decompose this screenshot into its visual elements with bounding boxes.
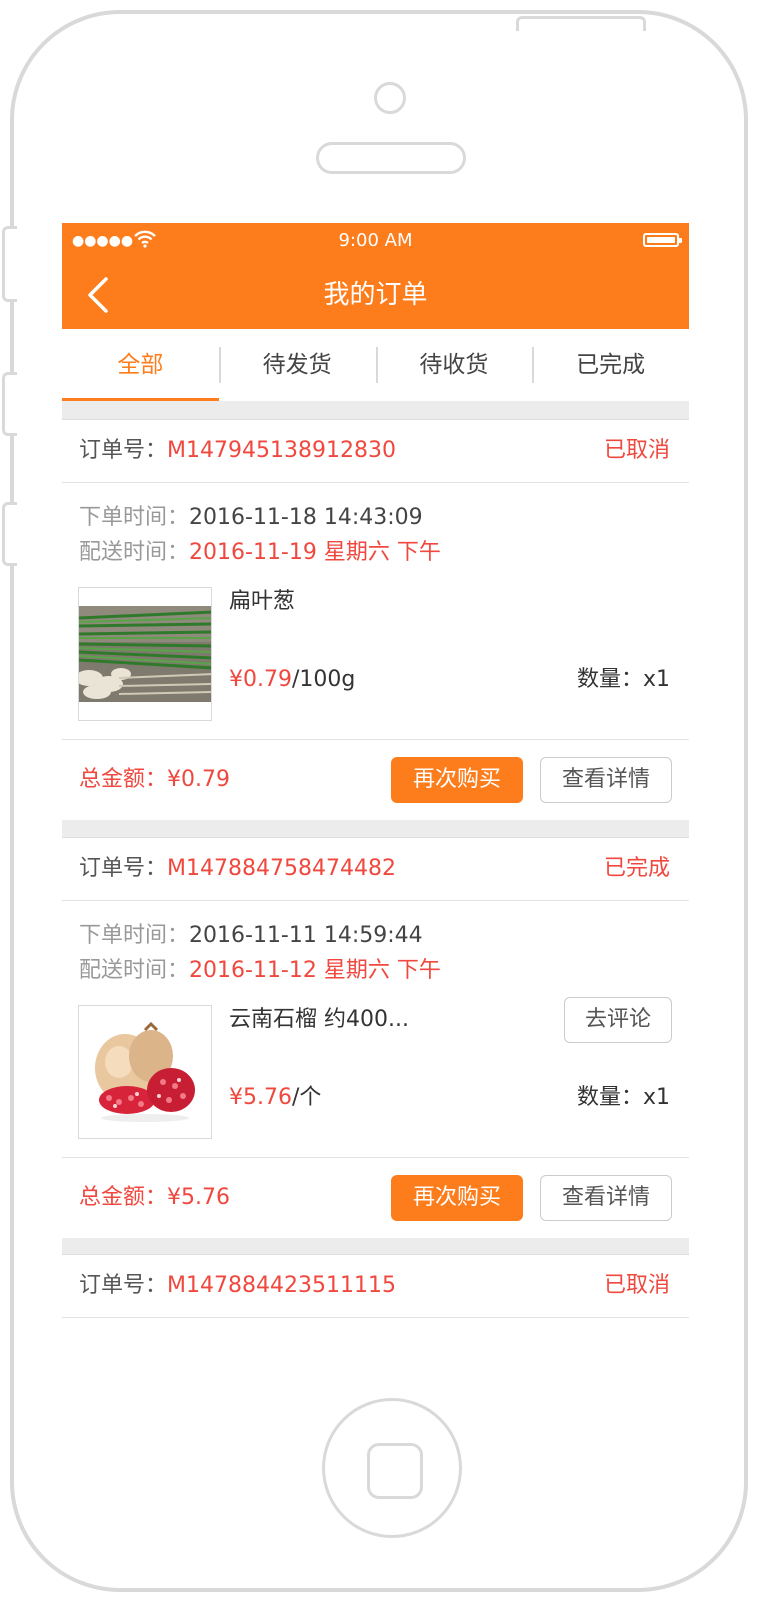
order-body[interactable] xyxy=(62,1318,689,1343)
total-value: ¥0.79 xyxy=(167,767,230,792)
order-time-value: 2016-11-11 14:59:44 xyxy=(189,923,423,948)
delivery-time-row: 配送时间：2016-11-19 星期六 下午 xyxy=(79,538,441,568)
order-body[interactable]: 下单时间：2016-11-18 14:43:09 配送时间：2016-11-19… xyxy=(62,483,689,740)
order-total: 总金额：¥0.79 xyxy=(79,740,230,820)
order-filter-tabs: 全部 待发货 待收货 已完成 xyxy=(62,329,689,401)
order-status: 已取消 xyxy=(603,1273,670,1298)
order-number-label: 订单号： xyxy=(79,438,168,463)
order-number-value: M147884423511115 xyxy=(167,1273,396,1298)
order-number: 订单号：M147884758474482 xyxy=(79,838,396,900)
product-price: ¥5.76/个 xyxy=(229,1083,321,1113)
order-status: 已完成 xyxy=(603,856,670,881)
order-header: 订单号：M147884758474482 已完成 xyxy=(62,838,689,901)
buy-again-button[interactable]: 再次购买 xyxy=(391,757,523,803)
order-footer: 总金额：¥5.76 再次购买 查看详情 xyxy=(62,1158,689,1238)
total-value: ¥5.76 xyxy=(167,1185,230,1210)
view-details-button[interactable]: 查看详情 xyxy=(540,1175,672,1221)
quantity-label: 数量： xyxy=(576,667,643,692)
tab-pending-shipment[interactable]: 待发货 xyxy=(218,329,376,401)
green-onion-image xyxy=(79,588,211,720)
product-image[interactable] xyxy=(78,1005,212,1139)
order-card: 订单号：M147884758474482 已完成 下单时间：2016-11-11… xyxy=(62,837,689,1238)
volume-down-button xyxy=(2,502,17,566)
product-price-unit: /100g xyxy=(291,667,356,692)
order-number: 订单号：M147884423511115 xyxy=(79,1255,396,1317)
order-time-value: 2016-11-18 14:43:09 xyxy=(189,505,423,530)
order-time-label: 下单时间： xyxy=(79,923,190,948)
order-header: 订单号：M147884423511115 已取消 xyxy=(62,1255,689,1318)
product-name: 扁叶葱 xyxy=(229,589,296,614)
product-price: ¥0.79/100g xyxy=(229,665,355,695)
delivery-time-value: 2016-11-19 星期六 下午 xyxy=(189,540,441,565)
app-screen: ●●●●● 9:00 AM 我的订单 全部 待发货 待收货 已完成 订单号：M1… xyxy=(62,223,689,1343)
tab-completed[interactable]: 已完成 xyxy=(532,329,689,401)
product-name: 云南石榴 约400... xyxy=(229,1007,409,1032)
quantity-value: x1 xyxy=(642,667,670,692)
power-button xyxy=(516,16,646,31)
order-total: 总金额：¥5.76 xyxy=(79,1158,230,1238)
battery-icon xyxy=(643,233,682,247)
product-image[interactable] xyxy=(78,587,212,721)
order-card: 订单号：M147884423511115 已取消 xyxy=(62,1254,689,1343)
navigation-bar: ●●●●● 9:00 AM 我的订单 xyxy=(62,223,689,329)
order-number-label: 订单号： xyxy=(79,856,168,881)
order-footer: 总金额：¥0.79 再次购买 查看详情 xyxy=(62,740,689,820)
home-button[interactable] xyxy=(322,1398,462,1538)
order-number-label: 订单号： xyxy=(79,1273,168,1298)
earpiece-speaker xyxy=(316,142,466,174)
delivery-time-value: 2016-11-12 星期六 下午 xyxy=(189,958,441,983)
quantity-value: x1 xyxy=(642,1085,670,1110)
quantity-label: 数量： xyxy=(576,1085,643,1110)
order-number: 订单号：M147945138912830 xyxy=(79,420,396,482)
order-time-row: 下单时间：2016-11-11 14:59:44 xyxy=(79,921,423,951)
write-review-button[interactable]: 去评论 xyxy=(564,997,672,1043)
delivery-time-row: 配送时间：2016-11-12 星期六 下午 xyxy=(79,956,441,986)
status-bar: ●●●●● 9:00 AM xyxy=(62,223,689,259)
order-time-label: 下单时间： xyxy=(79,505,190,530)
product-price-unit: /个 xyxy=(291,1085,322,1110)
tab-pending-receipt[interactable]: 待收货 xyxy=(375,329,533,401)
page-title: 我的订单 xyxy=(323,280,428,310)
product-quantity: 数量：x1 xyxy=(577,665,670,695)
product-price-amount: ¥0.79 xyxy=(229,667,292,692)
product-price-amount: ¥5.76 xyxy=(229,1085,292,1110)
buy-again-button[interactable]: 再次购买 xyxy=(391,1175,523,1221)
order-number-value: M147945138912830 xyxy=(167,438,396,463)
order-body[interactable]: 下单时间：2016-11-11 14:59:44 配送时间：2016-11-12… xyxy=(62,901,689,1158)
total-label: 总金额： xyxy=(79,767,168,792)
order-time-row: 下单时间：2016-11-18 14:43:09 xyxy=(79,503,423,533)
order-header: 订单号：M147945138912830 已取消 xyxy=(62,420,689,483)
delivery-time-label: 配送时间： xyxy=(79,540,190,565)
tab-all[interactable]: 全部 xyxy=(62,329,219,401)
total-label: 总金额： xyxy=(79,1185,168,1210)
order-status: 已取消 xyxy=(603,438,670,463)
view-details-button[interactable]: 查看详情 xyxy=(540,757,672,803)
pomegranate-image xyxy=(79,1006,211,1138)
volume-up-button xyxy=(2,372,17,436)
delivery-time-label: 配送时间： xyxy=(79,958,190,983)
order-card: 订单号：M147945138912830 已取消 下单时间：2016-11-18… xyxy=(62,419,689,820)
front-camera xyxy=(374,82,406,114)
status-time: 9:00 AM xyxy=(338,230,413,251)
order-number-value: M147884758474482 xyxy=(167,856,396,881)
mute-switch xyxy=(2,226,17,302)
product-quantity: 数量：x1 xyxy=(577,1083,670,1113)
